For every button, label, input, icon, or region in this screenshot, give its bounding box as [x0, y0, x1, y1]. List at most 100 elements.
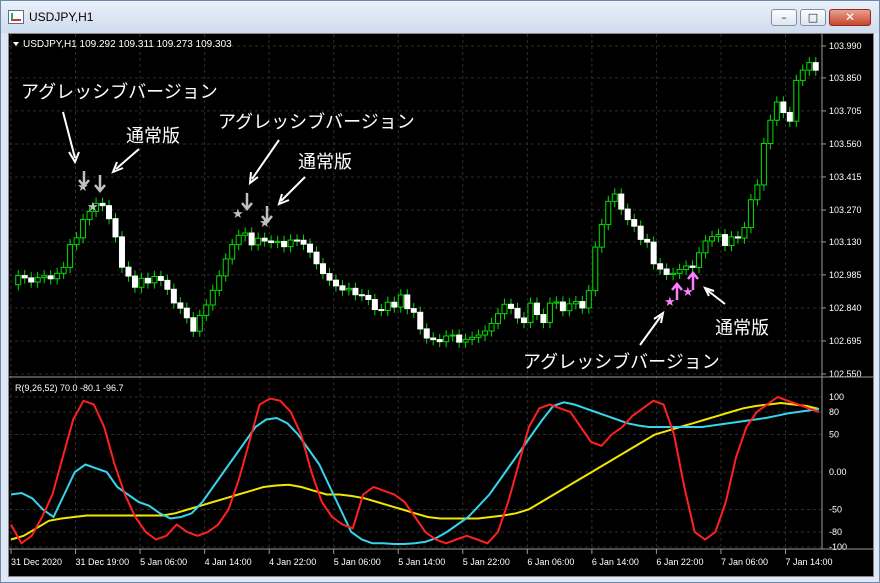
candle-bear	[144, 277, 151, 284]
indicator-line-mid	[10, 401, 820, 545]
title-bar[interactable]: USDJPY,H1 – □ ✕	[1, 1, 879, 33]
price-tick-label: 103.850	[829, 73, 862, 83]
price-tick-label: 102.985	[829, 270, 862, 280]
candle-bear	[533, 302, 540, 316]
indicator-tick-label: -50	[829, 505, 842, 515]
candle-bull	[605, 200, 612, 226]
candle-bull	[676, 268, 683, 274]
candle-bear	[21, 275, 28, 279]
candle-bear	[786, 112, 793, 122]
candle-bear	[281, 240, 288, 248]
candle-bull	[216, 275, 223, 291]
dropdown-triangle-icon[interactable]	[13, 42, 19, 46]
time-axis: 31 Dec 2020 31 Dec 19:00 5 Jan 06:00 4 Jan …	[10, 549, 833, 567]
candle-bear	[125, 266, 132, 277]
close-button[interactable]: ✕	[829, 9, 871, 26]
candle-bear	[157, 276, 164, 281]
annotation-normal-label-3: 通常版	[715, 318, 769, 339]
aggressive-star-icon: ★	[664, 295, 676, 310]
candle-bear	[358, 294, 365, 297]
candle-bull	[760, 142, 767, 186]
candle-bull	[443, 335, 450, 343]
candle-bear	[47, 275, 54, 280]
time-tick-label: 7 Jan 14:00	[786, 557, 833, 567]
indicator-panel[interactable]: R(9,26,52) 70.0 -80.1 -96.7 100 80 50 0.00 -…	[10, 383, 847, 552]
candle-bull	[702, 240, 709, 254]
chart-area[interactable]: USDJPY,H1 109.292 109.311 109.273 109.30…	[8, 33, 874, 577]
price-tick-label: 103.415	[829, 172, 862, 182]
candle-bear	[514, 307, 521, 319]
buy-signal-marker: ★ ★	[664, 271, 699, 310]
candle-bull	[462, 338, 469, 343]
indicator-tick-label: 50	[829, 430, 839, 440]
chart-canvas[interactable]: USDJPY,H1 109.292 109.311 109.273 109.30…	[9, 34, 873, 576]
aggressive-star-icon: ★	[232, 207, 244, 222]
annotation-normal-label-1: 通常版	[126, 126, 180, 147]
candle-bull	[242, 232, 249, 236]
candle-bear	[326, 273, 333, 281]
candle-bear	[313, 251, 320, 265]
candle-bear	[650, 241, 657, 265]
price-tick-label: 103.270	[829, 205, 862, 215]
time-tick-label: 31 Dec 19:00	[76, 557, 130, 567]
candle-bull	[670, 272, 677, 275]
annotation-pointer-line	[62, 111, 76, 159]
candle-bear	[644, 238, 651, 243]
candle-bull	[482, 330, 489, 336]
candle-bull	[553, 301, 560, 304]
candle-bull	[728, 236, 735, 247]
candle-bear	[106, 205, 113, 220]
candle-bull	[806, 62, 813, 71]
candle-bull	[793, 79, 800, 122]
candle-bear	[812, 62, 819, 71]
candle-bull	[397, 294, 404, 308]
arrow-down-icon	[94, 175, 106, 193]
candle-bull	[80, 219, 87, 239]
indicator-tick-label: 100	[829, 392, 844, 402]
candle-bear	[99, 202, 106, 207]
candle-bull	[683, 265, 690, 270]
candle-bear	[579, 301, 586, 309]
sell-signal-marker: ★ ★	[232, 193, 273, 231]
minimize-button[interactable]: –	[771, 9, 797, 26]
candle-bull	[41, 275, 48, 279]
candle-bull	[741, 227, 748, 239]
candle-bear	[618, 193, 625, 210]
maximize-icon: □	[807, 11, 819, 24]
maximize-button[interactable]: □	[800, 9, 826, 26]
candle-bull	[611, 193, 618, 202]
time-tick-label: 6 Jan 06:00	[527, 557, 574, 567]
candle-bull	[747, 199, 754, 229]
annotation-pointer-line	[115, 148, 140, 170]
candle-bear	[663, 268, 670, 275]
annotation-pointer-line	[706, 289, 726, 305]
candle-bull	[592, 246, 599, 292]
chart-window-icon	[8, 10, 24, 24]
time-tick-label: 6 Jan 22:00	[656, 557, 703, 567]
candle-bear	[689, 265, 696, 268]
minimize-icon: –	[781, 11, 787, 24]
candle-bull	[799, 69, 806, 81]
candle-bull	[572, 301, 579, 305]
price-tick-label: 103.705	[829, 106, 862, 116]
candle-bull	[274, 240, 281, 244]
candle-bull	[67, 244, 74, 268]
candle-bear	[365, 294, 372, 301]
indicator-panel-header: R(9,26,52) 70.0 -80.1 -96.7	[15, 383, 124, 393]
candle-bear	[391, 301, 398, 308]
candle-bull	[709, 236, 716, 242]
candle-bull	[767, 119, 774, 144]
candle-bear	[183, 307, 190, 319]
price-tick-label: 102.695	[829, 336, 862, 346]
time-tick-label: 5 Jan 22:00	[463, 557, 510, 567]
window-title: USDJPY,H1	[29, 10, 94, 24]
candle-bull	[203, 304, 210, 316]
price-tick-label: 102.840	[829, 303, 862, 313]
candle-bear	[520, 317, 527, 324]
candle-bull	[287, 239, 294, 248]
candle-bear	[164, 279, 171, 290]
candle-bear	[734, 236, 741, 239]
candle-bull	[501, 303, 508, 315]
candle-bull	[469, 336, 476, 340]
candle-bear	[637, 225, 644, 240]
